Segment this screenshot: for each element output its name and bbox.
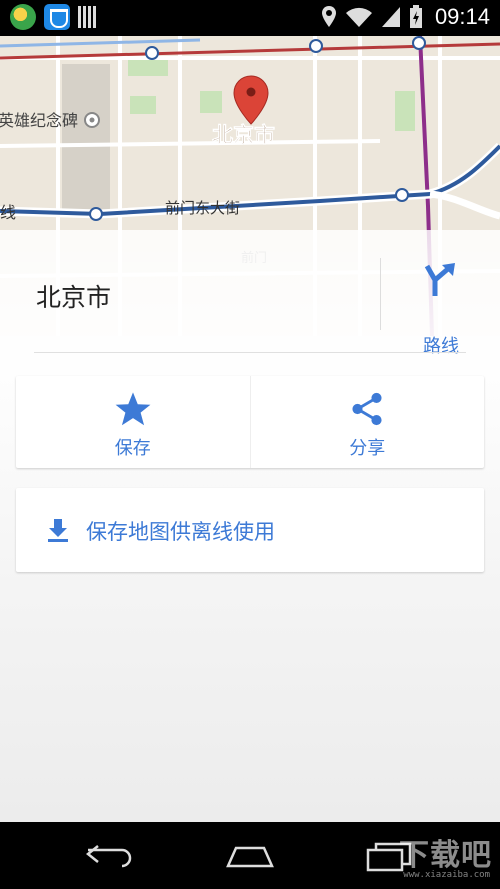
signal-icon [381, 7, 400, 27]
map-park [200, 91, 222, 113]
back-icon[interactable] [84, 842, 136, 870]
battery-icon [409, 5, 422, 28]
share-label: 分享 [349, 438, 386, 459]
clock: 09:14 [434, 4, 490, 29]
wifi-icon [345, 7, 372, 28]
place-title: 北京市 [36, 283, 112, 312]
share-icon [352, 392, 382, 426]
navigation-bar: 下载吧 www.xiazaiba.com [0, 822, 500, 889]
directions-button[interactable]: 路线 [380, 258, 500, 357]
app-green-icon [10, 4, 36, 30]
location-icon [321, 6, 336, 27]
barcode-icon [78, 6, 96, 28]
map-block [62, 64, 110, 214]
map-water [0, 38, 201, 48]
map-label-city: 北京市 [212, 123, 275, 147]
status-bar: 09:14 [0, 0, 500, 36]
directions-icon [424, 263, 455, 296]
save-offline-map-label: 保存地图供离线使用 [86, 520, 275, 544]
map-park [130, 96, 156, 114]
map-park [395, 91, 415, 131]
map-park [128, 58, 168, 76]
watermark-url: www.xiazaiba.com [403, 870, 490, 880]
star-icon [115, 392, 151, 426]
map-pin-icon[interactable] [233, 75, 269, 125]
map-label-line: 线 [0, 203, 16, 222]
directions-label: 路线 [423, 336, 459, 357]
home-icon[interactable] [224, 842, 276, 870]
action-card: 保存 分享 [16, 376, 484, 468]
save-offline-map-button[interactable]: 保存地图供离线使用 [16, 488, 484, 572]
notification-icons [10, 4, 96, 30]
share-button[interactable]: 分享 [249, 376, 485, 468]
watermark-logo: 下载吧 [399, 838, 492, 873]
shield-app-icon [44, 4, 70, 30]
save-button[interactable]: 保存 [16, 376, 250, 468]
download-icon [48, 519, 68, 542]
save-label: 保存 [114, 438, 151, 459]
place-sheet: 北京市 路线 保存 分享 保存地图供离线使用 [0, 230, 500, 822]
system-icons: 09:14 [321, 4, 490, 30]
divider [34, 352, 466, 353]
map-label-monument: 英雄纪念碑 [0, 111, 78, 130]
map-label-street: 前门东大街 [165, 199, 240, 217]
